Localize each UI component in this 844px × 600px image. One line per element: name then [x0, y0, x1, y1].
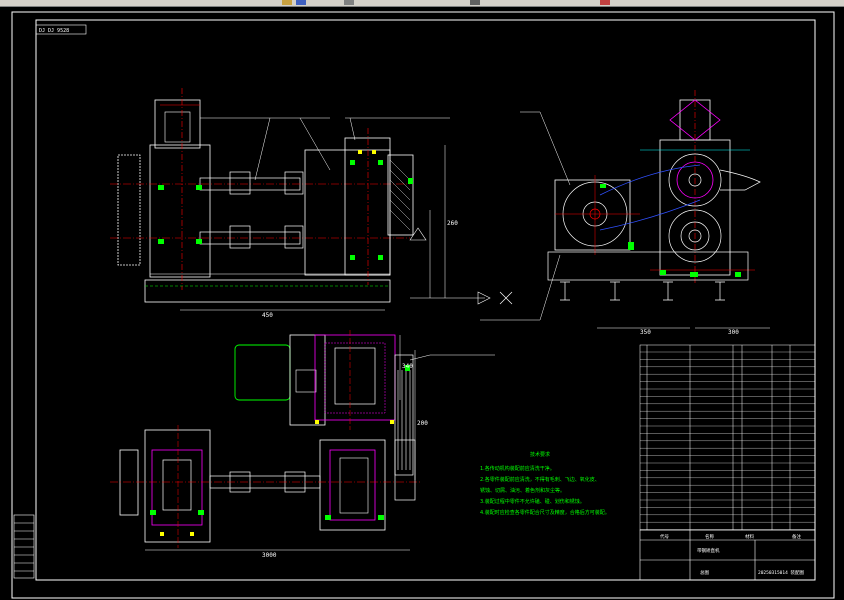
left-stamp-boxes: [13, 514, 35, 579]
product-name: 带钢矫直机: [697, 547, 720, 554]
header-material: 材料: [745, 533, 754, 540]
drawing-inner-frame: [35, 19, 816, 581]
top-label: DJ DJ 9528: [39, 28, 69, 34]
tech-req-line-2: 2.各零件装配前应清洗，不得有毛刺、飞边、氧化皮、: [480, 476, 600, 483]
dim-side-width-a: 350: [640, 329, 651, 336]
tech-req-line-4: 3.装配过程中零件不允许磕、碰、划伤和锈蚀。: [480, 498, 585, 505]
tech-requirements: 技术要求 1.各传动机构装配前应清洗干净。 2.各零件装配前应清洗，不得有毛刺、…: [480, 451, 610, 516]
toolbar-icon-b[interactable]: [296, 0, 306, 5]
cad-drawing-canvas[interactable]: DJ DJ 9528 450 260 350 300 3000 200 340 …: [0, 6, 844, 600]
header-code: 代号: [660, 533, 669, 540]
dim-plan-width: 3000: [262, 552, 277, 559]
parts-list: [639, 344, 816, 531]
toolbar-icon-e[interactable]: [600, 0, 610, 5]
header-remark: 备注: [792, 533, 801, 540]
dim-front-height: 260: [447, 220, 458, 227]
toolbar-icon-c[interactable]: [344, 0, 354, 5]
plan-view: 3000 200 340: [110, 330, 495, 559]
dim-side-height-upper: 340: [402, 363, 413, 370]
tech-req-line-1: 1.各传动机构装配前应清洗干净。: [480, 465, 555, 472]
header-name: 名称: [705, 533, 714, 540]
drawing-code: 20250315014 装配图: [758, 569, 805, 576]
dim-side-width-b: 300: [728, 329, 739, 336]
side-view: 350 300: [480, 90, 770, 336]
drawing-outer-frame: [11, 11, 835, 599]
front-view: 450 260: [110, 88, 513, 319]
toolbar-icon-a[interactable]: [282, 0, 292, 5]
sheet-label: 总图: [700, 569, 709, 576]
tech-req-line-3: 锈蚀、切屑、油污、着色剂和灰尘等。: [480, 487, 565, 494]
tech-req-line-5: 4.装配时应检查各零件配合尺寸及精度，合格后方可装配。: [480, 509, 610, 516]
tech-req-title: 技术要求: [530, 451, 550, 458]
toolbar-icon-d[interactable]: [470, 0, 480, 5]
dim-front-width: 450: [262, 312, 273, 319]
dim-plan-height: 200: [417, 420, 428, 427]
parts-list-rows: [640, 351, 815, 530]
